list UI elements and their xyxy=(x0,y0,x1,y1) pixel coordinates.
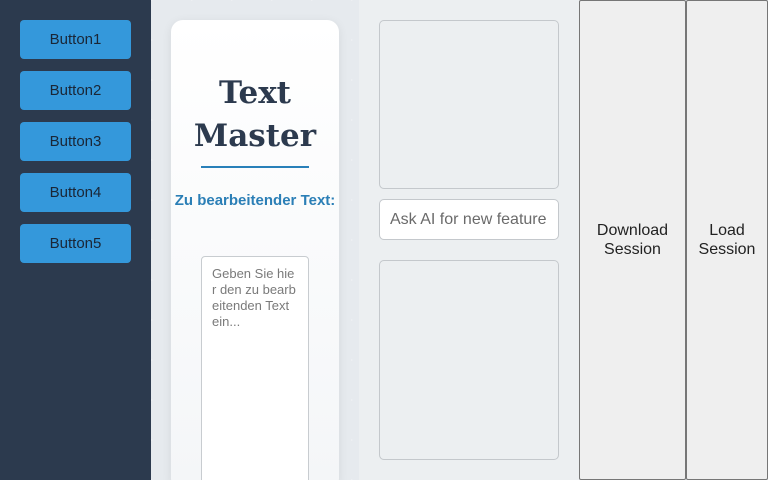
text-input[interactable] xyxy=(201,256,309,480)
ai-output-box-bottom xyxy=(379,260,559,460)
button-4[interactable]: Button4 xyxy=(20,173,131,212)
load-session-button[interactable]: Load Session xyxy=(686,0,768,480)
button-2[interactable]: Button2 xyxy=(20,71,131,110)
editor-area: Text Master Zu bearbeitender Text: xyxy=(151,0,359,480)
download-session-button[interactable]: Download Session xyxy=(579,0,686,480)
sidebar: Button1 Button2 Button3 Button4 Button5 xyxy=(0,0,151,480)
app-title: Text Master xyxy=(193,75,317,154)
title-divider xyxy=(201,166,309,168)
ai-output-box-top xyxy=(379,20,559,189)
text-input-label: Zu bearbeitender Text: xyxy=(174,192,336,209)
button-3[interactable]: Button3 xyxy=(20,122,131,161)
ai-panel xyxy=(359,0,579,480)
button-1[interactable]: Button1 xyxy=(20,20,131,59)
button-5[interactable]: Button5 xyxy=(20,224,131,263)
editor-card: Text Master Zu bearbeitender Text: xyxy=(171,20,339,480)
ai-feature-input[interactable] xyxy=(379,199,559,240)
